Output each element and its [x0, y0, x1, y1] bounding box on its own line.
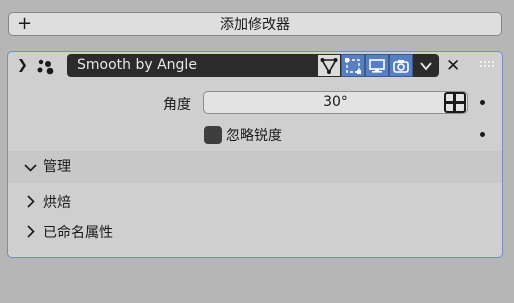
subpanel-named-attributes[interactable]: 已命名属性 [8, 217, 502, 245]
chevron-right-icon [27, 195, 35, 208]
subpanel-bake[interactable]: 烘焙 [8, 187, 502, 215]
chevron-down-icon [420, 61, 432, 70]
add-modifier-button[interactable]: + 添加修改器 [8, 12, 502, 36]
node-tree-icon [320, 57, 338, 74]
collapse-chevron-icon[interactable]: ❯ [17, 58, 28, 73]
modifier-panel: ❯ Smooth by Angle ✕ 角度 30° 忽略锐度 管理 烘焙 已命… [7, 51, 503, 258]
edit-mode-toggle[interactable] [341, 54, 365, 77]
modifier-dots-icon [37, 59, 54, 75]
ignore-sharp-label: 忽略锐度 [226, 128, 282, 144]
subpanel-manage-label: 管理 [43, 159, 71, 175]
chevron-right-icon [27, 225, 35, 238]
add-modifier-label: 添加修改器 [220, 17, 290, 33]
subpanel-bake-label: 烘焙 [43, 195, 71, 211]
mask-toggle[interactable] [444, 92, 466, 113]
angle-input[interactable]: 30° [203, 91, 468, 114]
monitor-icon [369, 58, 385, 73]
plus-icon: + [17, 13, 33, 34]
modifier-menu-button[interactable] [413, 54, 439, 77]
ignore-sharp-keyframe-dot[interactable] [480, 132, 485, 137]
viewport-toggle[interactable] [365, 54, 389, 77]
angle-label: 角度 [163, 97, 191, 113]
modifier-header: ❯ Smooth by Angle ✕ [8, 52, 502, 81]
render-toggle[interactable] [389, 54, 413, 77]
edit-mode-icon [345, 57, 361, 74]
angle-keyframe-dot[interactable] [480, 100, 485, 105]
modifier-name-field[interactable]: Smooth by Angle [67, 54, 317, 77]
ignore-sharp-checkbox[interactable] [204, 126, 222, 144]
close-icon[interactable]: ✕ [446, 56, 460, 76]
node-tree-button[interactable] [317, 54, 341, 77]
mask-icon [446, 94, 464, 111]
subpanel-manage[interactable]: 管理 [8, 151, 502, 183]
camera-icon [393, 59, 409, 73]
chevron-down-icon [24, 164, 37, 172]
drag-handle-icon[interactable] [480, 61, 496, 69]
subpanel-named-attributes-label: 已命名属性 [43, 225, 113, 241]
